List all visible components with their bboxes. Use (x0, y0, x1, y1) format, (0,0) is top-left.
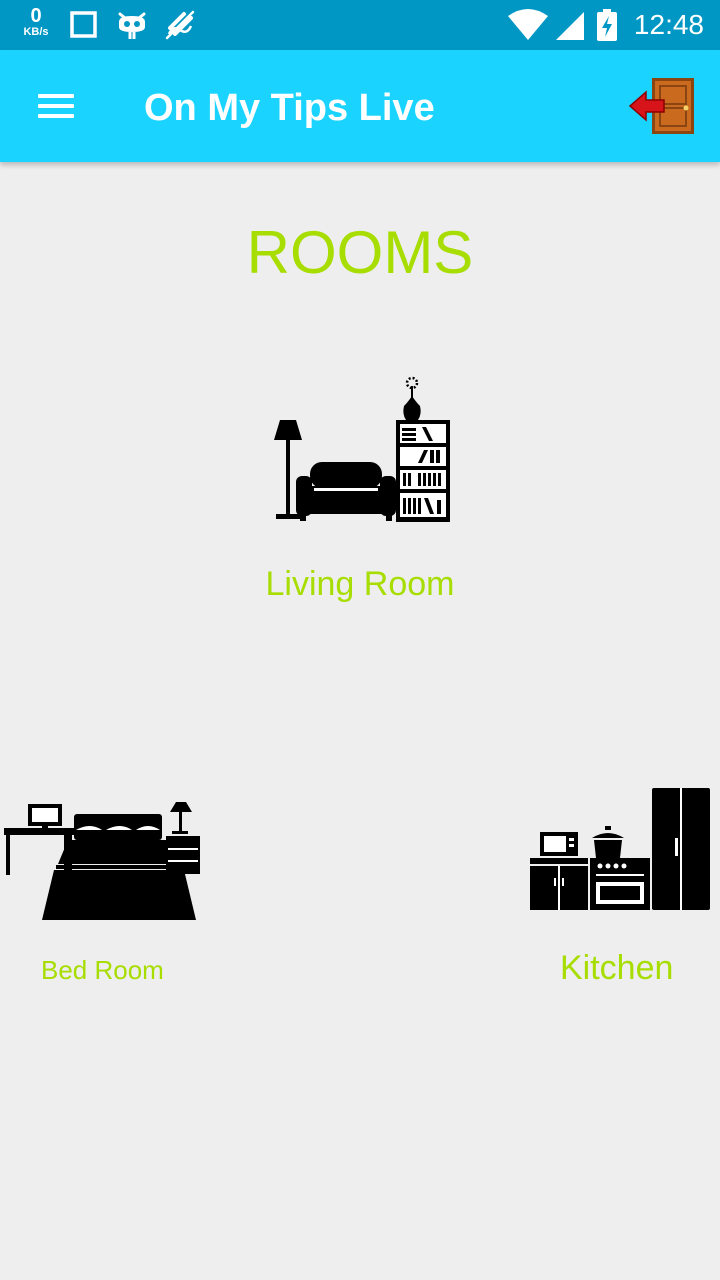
exit-door-icon (628, 78, 694, 134)
network-speed: 0 KB/s (16, 6, 56, 38)
room-label-living-room: Living Room (265, 565, 455, 603)
clock: 12:48 (633, 9, 704, 40)
app-bar: On My Tips Live (0, 50, 720, 162)
square-notification-icon (70, 11, 97, 38)
kitchen-icon (530, 788, 710, 910)
status-bar: 0 KB/s 12:48 (0, 0, 720, 50)
hamburger-menu-icon[interactable] (28, 86, 84, 126)
cyanogen-mascot-icon (118, 12, 146, 39)
cell-signal-icon (556, 12, 584, 40)
network-speed-value: 0 (30, 5, 42, 27)
app-title: On My Tips Live (144, 87, 435, 129)
room-label-kitchen: Kitchen (560, 949, 674, 987)
room-card-living-room[interactable]: Living Room (250, 370, 470, 610)
no-location-icon (165, 10, 195, 40)
page-title: ROOMS (246, 219, 474, 286)
network-speed-unit: KB/s (23, 26, 49, 38)
room-card-kitchen[interactable]: Kitchen (520, 782, 720, 992)
logout-button[interactable] (628, 72, 700, 140)
living-room-icon (274, 376, 450, 522)
room-label-bed-room: Bed Room (41, 955, 164, 985)
wifi-icon (508, 9, 548, 40)
battery-charging-icon (597, 9, 617, 41)
room-card-bed-room[interactable]: Bed Room (0, 798, 210, 992)
bedroom-icon (4, 802, 200, 920)
